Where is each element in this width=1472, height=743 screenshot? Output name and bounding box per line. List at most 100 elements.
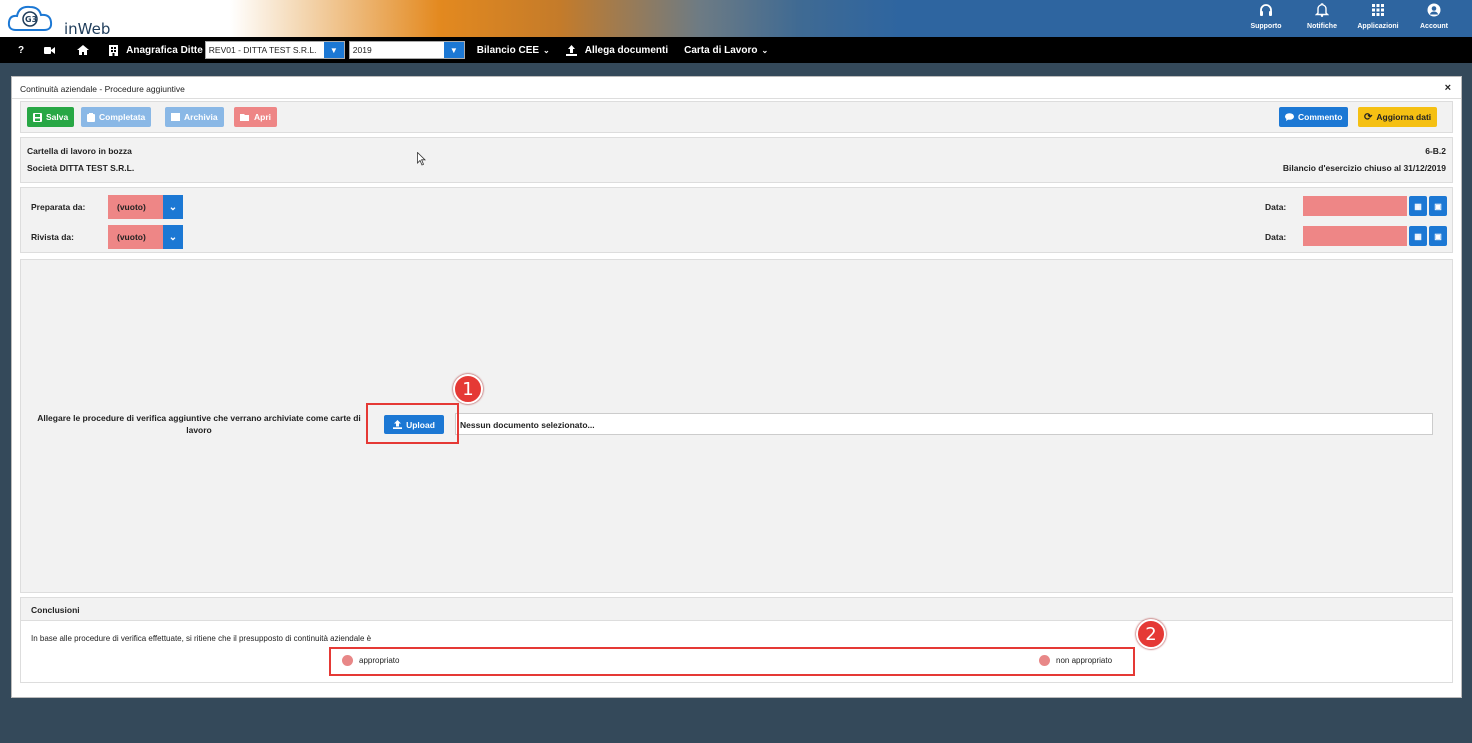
carta-label: Carta di Lavoro bbox=[684, 44, 758, 56]
rivista-row: Rivista da: (vuoto) ⌄ Data: ▦ ▣ bbox=[21, 225, 1452, 249]
panel-title-bar: Continuità aziendale - Procedure aggiunt… bbox=[12, 77, 1461, 99]
video-button[interactable] bbox=[32, 46, 63, 55]
aggiorna-label: Aggiorna dati bbox=[1376, 112, 1432, 122]
preparata-select[interactable]: (vuoto) ⌄ bbox=[108, 195, 183, 219]
chevron-down-icon[interactable]: ⌄ bbox=[163, 225, 183, 249]
allega-documenti-menu[interactable]: Allega documenti bbox=[558, 44, 676, 56]
aggiorna-dati-button[interactable]: ⟳ Aggiorna dati bbox=[1358, 107, 1438, 127]
year-select[interactable]: 2019 ▼ bbox=[348, 41, 465, 59]
bilancio-cee-menu[interactable]: Bilancio CEE ⌄ bbox=[465, 45, 558, 56]
cloud-logo-icon: G3 bbox=[7, 5, 53, 31]
upload-icon bbox=[565, 44, 577, 56]
workpaper-info: Cartella di lavoro in bozza Società DITT… bbox=[20, 137, 1453, 183]
folder-open-icon bbox=[240, 114, 249, 121]
annotation-highlight-upload bbox=[366, 403, 459, 444]
calendar-today-icon[interactable]: ▣ bbox=[1429, 196, 1447, 216]
save-button[interactable]: Salva bbox=[27, 107, 75, 127]
rivista-data-label: Data: bbox=[1265, 232, 1287, 242]
mouse-cursor-icon bbox=[417, 152, 426, 166]
apps-label: Applicazioni bbox=[1357, 23, 1399, 30]
calendar-today-icon[interactable]: ▣ bbox=[1429, 226, 1447, 246]
annotation-badge-1: 1 bbox=[453, 374, 483, 404]
logo-text: inWeb bbox=[64, 20, 111, 38]
fiscal-period: Bilancio d'esercizio chiuso al 31/12/201… bbox=[1282, 163, 1446, 173]
preparata-data-label: Data: bbox=[1265, 202, 1287, 212]
user-icon bbox=[1406, 3, 1462, 21]
main-nav-bar: ? Anagrafica Ditte REV01 - DITTA TEST S.… bbox=[0, 37, 1472, 63]
year-select-value: 2019 bbox=[352, 45, 372, 55]
account-label: Account bbox=[1420, 23, 1448, 30]
carta-di-lavoro-menu[interactable]: Carta di Lavoro ⌄ bbox=[676, 45, 776, 56]
rivista-value: (vuoto) bbox=[108, 225, 163, 249]
home-button[interactable] bbox=[63, 45, 97, 55]
commento-label: Commento bbox=[1298, 112, 1343, 122]
logo-mark: G3 bbox=[25, 15, 37, 24]
home-icon bbox=[77, 45, 90, 55]
conclusioni-heading: Conclusioni bbox=[21, 598, 1452, 621]
calendar-icon[interactable]: ▦ bbox=[1409, 226, 1427, 246]
annotation-highlight-conclusioni bbox=[329, 647, 1135, 676]
apps-button[interactable]: Applicazioni bbox=[1350, 3, 1406, 30]
app-logo[interactable]: G3 inWeb bbox=[6, 2, 116, 38]
completata-label: Completata bbox=[99, 112, 146, 122]
archivia-label: Archivia bbox=[184, 112, 218, 122]
upload-section: Allegare le procedure di verifica aggiun… bbox=[20, 259, 1453, 593]
building-icon bbox=[109, 44, 119, 56]
company-select-value: REV01 - DITTA TEST S.R.L. bbox=[208, 45, 317, 55]
rivista-select[interactable]: (vuoto) ⌄ bbox=[108, 225, 183, 249]
chevron-down-icon[interactable]: ⌄ bbox=[163, 195, 183, 219]
anagrafica-ditte-menu[interactable]: Anagrafica Ditte bbox=[97, 44, 211, 56]
workpaper-status: Cartella di lavoro in bozza bbox=[27, 146, 132, 156]
rivista-date-input[interactable] bbox=[1303, 226, 1407, 246]
bilancio-label: Bilancio CEE bbox=[476, 44, 540, 56]
chevron-down-icon[interactable]: ▼ bbox=[323, 42, 344, 58]
company-select[interactable]: REV01 - DITTA TEST S.R.L. ▼ bbox=[204, 41, 345, 59]
bell-icon bbox=[1294, 3, 1350, 21]
clipboard-icon bbox=[87, 112, 95, 122]
preparata-value: (vuoto) bbox=[108, 195, 163, 219]
archivia-button[interactable]: Archivia bbox=[165, 107, 224, 127]
archive-icon bbox=[171, 113, 180, 121]
video-camera-icon bbox=[44, 46, 56, 54]
calendar-icon[interactable]: ▦ bbox=[1409, 196, 1427, 216]
annotation-badge-2: 2 bbox=[1136, 619, 1166, 649]
apri-button[interactable]: Apri bbox=[234, 107, 277, 127]
company-name: Società DITTA TEST S.R.L. bbox=[27, 163, 135, 173]
rivista-date-field[interactable]: ▦ ▣ bbox=[1303, 226, 1447, 246]
floppy-icon bbox=[33, 112, 42, 122]
preparata-row: Preparata da: (vuoto) ⌄ Data: ▦ ▣ bbox=[21, 195, 1452, 219]
preparata-date-input[interactable] bbox=[1303, 196, 1407, 216]
comment-icon bbox=[1285, 113, 1294, 121]
account-button[interactable]: Account bbox=[1406, 3, 1462, 30]
grid-icon bbox=[1350, 3, 1406, 21]
badge-2-label: 2 bbox=[1145, 623, 1157, 645]
upload-instructions: Allegare le procedure di verifica aggiun… bbox=[37, 413, 361, 435]
close-icon[interactable]: × bbox=[1445, 82, 1451, 94]
file-name-field[interactable]: Nessun documento selezionato... bbox=[455, 413, 1433, 435]
preparata-date-field[interactable]: ▦ ▣ bbox=[1303, 196, 1447, 216]
procedure-panel: Continuità aziendale - Procedure aggiunt… bbox=[11, 76, 1462, 698]
panel-title: Continuità aziendale - Procedure aggiunt… bbox=[20, 84, 185, 94]
chevron-down-icon: ⌄ bbox=[543, 45, 550, 55]
preparata-label: Preparata da: bbox=[31, 202, 86, 212]
allega-label: Allega documenti bbox=[584, 44, 669, 56]
support-label: Supporto bbox=[1250, 23, 1282, 30]
chevron-down-icon: ⌄ bbox=[761, 45, 769, 55]
apri-label: Apri bbox=[254, 112, 271, 122]
completata-button[interactable]: Completata bbox=[81, 107, 152, 127]
refresh-icon: ⟳ bbox=[1364, 111, 1373, 123]
workpaper-code: 6-B.2 bbox=[1425, 146, 1446, 156]
support-button[interactable]: Supporto bbox=[1238, 3, 1294, 30]
chevron-down-icon[interactable]: ▼ bbox=[443, 42, 464, 58]
help-button[interactable]: ? bbox=[0, 45, 32, 56]
badge-1-label: 1 bbox=[462, 378, 474, 400]
headset-icon bbox=[1238, 3, 1294, 21]
conclusioni-text: In base alle procedure di verifica effet… bbox=[31, 634, 372, 643]
preparation-section: Preparata da: (vuoto) ⌄ Data: ▦ ▣ Rivist… bbox=[20, 187, 1453, 253]
help-label: ? bbox=[18, 44, 25, 56]
commento-button[interactable]: Commento bbox=[1279, 107, 1349, 127]
notifications-label: Notifiche bbox=[1307, 23, 1337, 30]
anagrafica-label: Anagrafica Ditte bbox=[126, 44, 203, 56]
notifications-button[interactable]: Notifiche bbox=[1294, 3, 1350, 30]
save-label: Salva bbox=[46, 112, 69, 122]
